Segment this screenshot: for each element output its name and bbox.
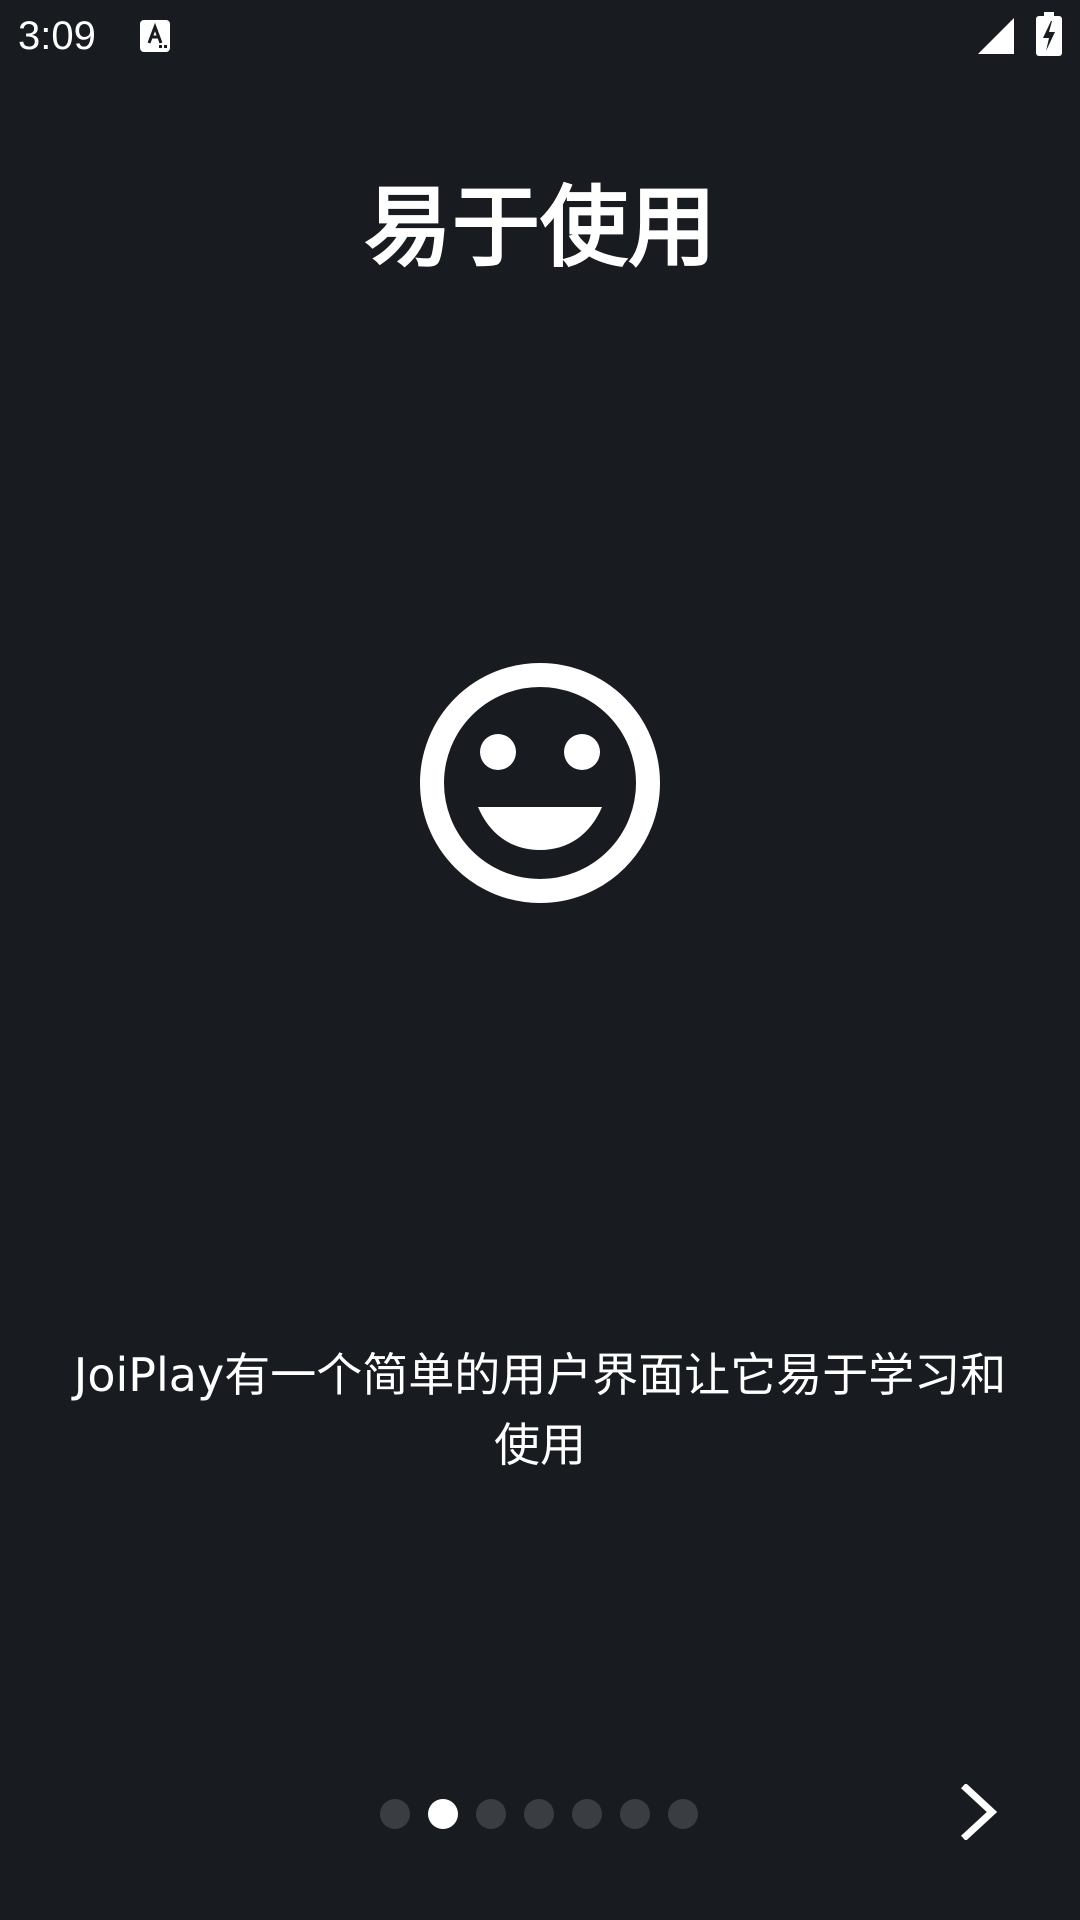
- status-bar: 3:09: [0, 0, 1080, 72]
- next-button[interactable]: [940, 1772, 1020, 1852]
- page-dot-5[interactable]: [572, 1799, 602, 1829]
- chevron-right-icon: [961, 1784, 998, 1840]
- page-indicator: [380, 1798, 698, 1830]
- description-line-1: JoiPlay有一个简单的用户界面让它易于学习和: [73, 1348, 1007, 1402]
- page-dot-7[interactable]: [668, 1799, 698, 1829]
- page-dot-1[interactable]: [380, 1799, 410, 1829]
- status-time: 3:09: [18, 14, 96, 58]
- page-dot-4[interactable]: [524, 1799, 554, 1829]
- battery-charging-icon: [1036, 12, 1062, 56]
- page-title: 易于使用: [363, 176, 716, 279]
- description-text: JoiPlay有一个简单的用户界面让它易于学习和 使用: [40, 1340, 1040, 1480]
- signal-icon: [978, 18, 1014, 54]
- description-line-2: 使用: [494, 1418, 586, 1472]
- onboarding-screen: 3:09 易于使用 JoiPlay有一个简单的用户界面让它易于学习和 使用: [0, 0, 1080, 1920]
- app-notification-icon: [140, 20, 170, 52]
- smiley-face-icon: [420, 663, 660, 903]
- page-dot-6[interactable]: [620, 1799, 650, 1829]
- page-dot-3[interactable]: [476, 1799, 506, 1829]
- page-dot-2-active[interactable]: [428, 1799, 458, 1829]
